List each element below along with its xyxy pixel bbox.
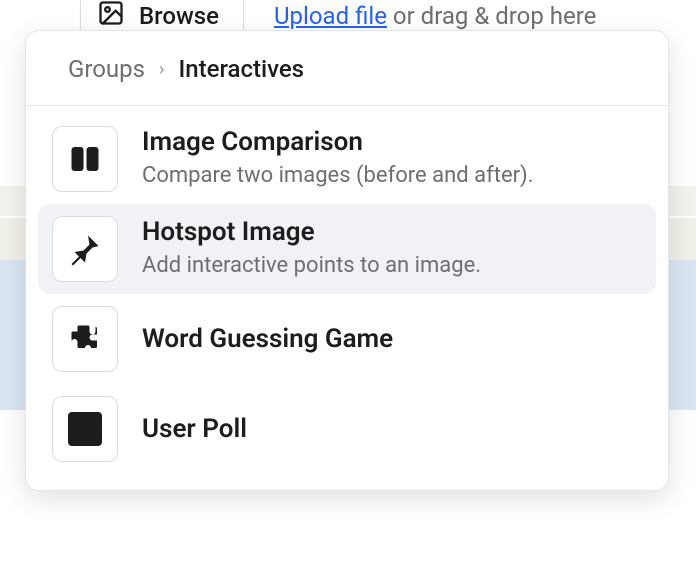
option-user-poll[interactable]: User Poll <box>38 384 656 474</box>
breadcrumb-parent[interactable]: Groups <box>68 55 145 83</box>
browse-label: Browse <box>139 2 219 30</box>
pin-icon <box>52 216 118 282</box>
breadcrumb-current: Interactives <box>178 55 304 83</box>
interactive-picker-popover: Groups › Interactives Image Comparison C… <box>25 30 669 491</box>
option-title: Image Comparison <box>142 126 642 159</box>
option-title: User Poll <box>142 396 642 462</box>
breadcrumb: Groups › Interactives <box>26 31 668 106</box>
option-word-guessing[interactable]: Word Guessing Game <box>38 294 656 384</box>
options-list: Image Comparison Compare two images (bef… <box>26 106 668 490</box>
drop-suffix: or drag & drop here <box>387 2 596 30</box>
question-icon <box>52 396 118 462</box>
option-title: Word Guessing Game <box>142 306 642 372</box>
option-desc: Compare two images (before and after). <box>142 161 642 192</box>
drop-hint: Upload file or drag & drop here <box>274 2 596 30</box>
chevron-right-icon: › <box>159 59 164 80</box>
option-hotspot-image[interactable]: Hotspot Image Add interactive points to … <box>38 204 656 294</box>
option-desc: Add interactive points to an image. <box>142 251 642 282</box>
compare-icon <box>52 126 118 192</box>
puzzle-icon <box>52 306 118 372</box>
option-title: Hotspot Image <box>142 216 642 249</box>
upload-link[interactable]: Upload file <box>274 2 387 30</box>
image-icon <box>97 0 125 33</box>
option-image-comparison[interactable]: Image Comparison Compare two images (bef… <box>38 114 656 204</box>
